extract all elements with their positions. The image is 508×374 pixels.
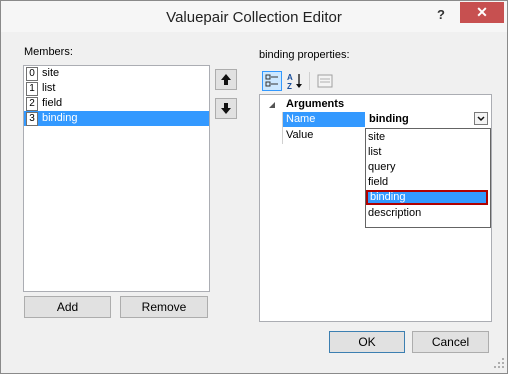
close-icon: ✕ bbox=[476, 4, 488, 20]
property-name-label: Value bbox=[286, 129, 314, 141]
list-item-label: binding bbox=[42, 112, 78, 124]
dropdown-option[interactable]: description bbox=[366, 206, 488, 221]
dropdown-option[interactable]: query bbox=[366, 160, 488, 175]
property-row-name[interactable]: Name binding bbox=[260, 112, 491, 127]
cancel-button[interactable]: Cancel bbox=[412, 331, 489, 353]
dropdown-option[interactable]: field bbox=[366, 175, 488, 190]
list-item-index: 3 bbox=[26, 112, 38, 126]
move-up-button[interactable] bbox=[215, 69, 237, 90]
list-item[interactable]: 2 field bbox=[24, 96, 209, 111]
arrow-down-icon bbox=[221, 103, 231, 114]
list-item-label: list bbox=[42, 82, 56, 94]
list-item-label: site bbox=[42, 67, 60, 79]
remove-button[interactable]: Remove bbox=[120, 296, 208, 318]
svg-text:A: A bbox=[287, 73, 293, 82]
dropdown-toggle[interactable] bbox=[474, 112, 488, 125]
dropdown-option[interactable]: list bbox=[366, 145, 488, 160]
list-item-index: 1 bbox=[26, 82, 38, 96]
list-item-selected[interactable]: 3 binding bbox=[24, 111, 209, 126]
list-item[interactable]: 1 list bbox=[24, 81, 209, 96]
sort-az-icon: A Z bbox=[287, 73, 302, 91]
property-value-combobox[interactable]: binding bbox=[366, 112, 490, 127]
chevron-down-icon bbox=[477, 116, 485, 122]
property-value-text: binding bbox=[369, 113, 409, 125]
value-dropdown-list[interactable]: site list query field binding descriptio… bbox=[365, 128, 491, 228]
categorized-icon bbox=[265, 74, 278, 87]
grid-margin-line bbox=[282, 112, 283, 144]
arrow-up-icon bbox=[221, 74, 231, 85]
resize-grip-icon[interactable] bbox=[493, 357, 505, 369]
move-down-button[interactable] bbox=[215, 98, 237, 119]
properties-label: binding properties: bbox=[259, 49, 350, 61]
category-row[interactable]: Arguments bbox=[260, 97, 491, 112]
close-button[interactable]: ✕ bbox=[460, 2, 504, 23]
add-button[interactable]: Add bbox=[24, 296, 111, 318]
help-button[interactable]: ? bbox=[429, 6, 453, 24]
category-label: Arguments bbox=[286, 98, 345, 110]
collapse-icon[interactable] bbox=[268, 101, 276, 109]
dialog-window: Valuepair Collection Editor ? ✕ Members:… bbox=[0, 0, 508, 374]
categorized-view-button[interactable] bbox=[262, 71, 282, 91]
title-bar[interactable]: Valuepair Collection Editor ? ✕ bbox=[1, 1, 507, 32]
list-item-index: 2 bbox=[26, 97, 38, 111]
list-item-label: field bbox=[42, 97, 63, 109]
property-name-cell: Name bbox=[282, 112, 365, 127]
dropdown-option-selected[interactable]: binding bbox=[366, 190, 488, 205]
list-item-index: 0 bbox=[26, 67, 38, 81]
property-name-label: Name bbox=[286, 113, 316, 125]
toolbar-separator bbox=[309, 72, 310, 90]
dropdown-option[interactable]: site bbox=[366, 130, 488, 145]
svg-text:Z: Z bbox=[287, 82, 292, 91]
members-list[interactable]: 0 site 1 list 2 field 3 binding bbox=[23, 65, 210, 292]
property-pages-button[interactable] bbox=[315, 71, 335, 91]
ok-button[interactable]: OK bbox=[329, 331, 405, 353]
alphabetical-sort-button[interactable]: A Z bbox=[285, 71, 305, 91]
members-label: Members: bbox=[24, 46, 73, 58]
property-pages-icon bbox=[317, 74, 333, 88]
list-item[interactable]: 0 site bbox=[24, 66, 209, 81]
